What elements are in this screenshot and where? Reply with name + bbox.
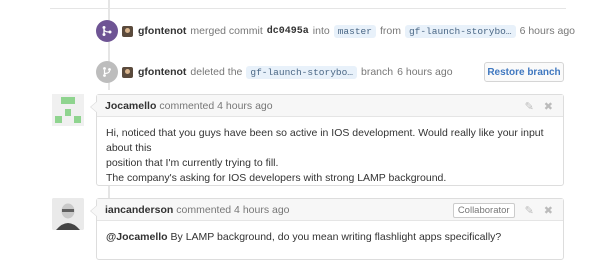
close-icon[interactable]: ✖: [544, 100, 553, 113]
avatar[interactable]: [122, 25, 133, 37]
commit-sha-link[interactable]: dc0495a: [267, 26, 309, 37]
comment-body: Hi, noticed that you guys have been so a…: [97, 117, 563, 195]
comment: iancanderson commented 4 hours ago Colla…: [90, 198, 564, 260]
branch-deleted-event: gfontenot deleted the gf-launch-storybo……: [96, 61, 457, 83]
event-action: deleted the: [190, 66, 243, 78]
collaborator-badge: Collaborator: [452, 202, 515, 218]
avatar[interactable]: [52, 94, 84, 126]
comment-header: iancanderson commented 4 hours ago Colla…: [97, 199, 563, 221]
merge-event: gfontenot merged commit dc0495a into mas…: [96, 20, 579, 42]
pull-request-timeline: gfontenot merged commit dc0495a into mas…: [0, 0, 600, 261]
close-icon[interactable]: ✖: [544, 204, 553, 217]
comment-author-link[interactable]: Jocamello: [105, 100, 156, 112]
pencil-icon[interactable]: ✎: [525, 204, 534, 217]
comment-line: position that I'm currently trying to fi…: [106, 157, 279, 169]
branch-icon: [96, 61, 118, 83]
into-text: into: [312, 25, 330, 37]
comment-time[interactable]: commented 4 hours ago: [159, 100, 272, 112]
comment-pointer: [90, 205, 98, 217]
event-time[interactable]: 6 hours ago: [520, 25, 575, 37]
pencil-icon[interactable]: ✎: [525, 100, 534, 113]
event-user-link[interactable]: gfontenot: [138, 25, 186, 37]
event-action: merged commit: [190, 25, 263, 37]
event-user-link[interactable]: gfontenot: [138, 66, 186, 78]
comment-time[interactable]: commented 4 hours ago: [176, 204, 289, 216]
source-branch[interactable]: gf-launch-storybo…: [404, 24, 516, 38]
target-branch[interactable]: master: [333, 24, 376, 38]
comment-line: Hi, noticed that you guys have been so a…: [106, 127, 544, 154]
avatar[interactable]: [52, 198, 84, 230]
user-mention[interactable]: @Jocamello: [106, 231, 168, 243]
comment-pointer: [90, 101, 98, 113]
comment-body: @Jocamello By LAMP background, do you me…: [97, 221, 563, 254]
divider: [50, 8, 566, 9]
merge-icon: [96, 20, 118, 42]
branch-text: branch: [361, 66, 394, 78]
restore-branch-button[interactable]: Restore branch: [484, 62, 564, 82]
comment-text: By LAMP background, do you mean writing …: [167, 231, 502, 243]
deleted-branch[interactable]: gf-launch-storybo…: [246, 65, 357, 79]
comment: Jocamello commented 4 hours ago ✎ ✖ Hi, …: [90, 94, 564, 186]
comment-line: The company's asking for IOS developers …: [106, 172, 447, 184]
event-time[interactable]: 6 hours ago: [397, 66, 452, 78]
comment-author-link[interactable]: iancanderson: [105, 204, 173, 216]
avatar[interactable]: [122, 66, 133, 78]
comment-header: Jocamello commented 4 hours ago ✎ ✖: [97, 95, 563, 117]
from-text: from: [379, 25, 401, 37]
